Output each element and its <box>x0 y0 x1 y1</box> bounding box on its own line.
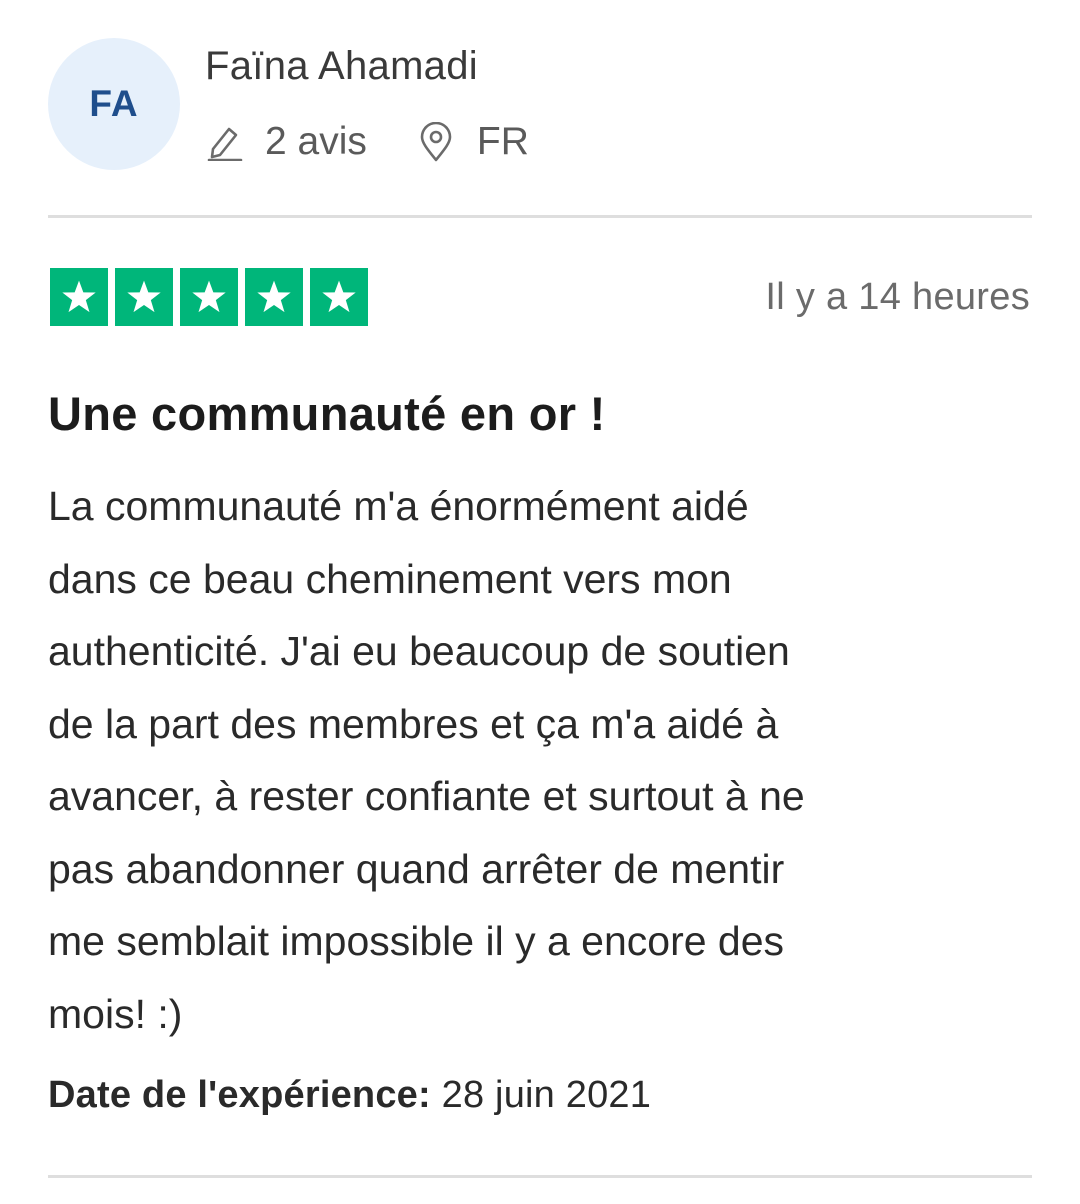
review-body-line: de la part des membres et ça m'a aidé à <box>48 700 779 747</box>
rating-row: Il y a 14 heures <box>50 268 1030 330</box>
country-item: FR <box>419 120 529 164</box>
review-body-line: authenticité. J'ai eu beaucoup de soutie… <box>48 628 790 674</box>
experience-label: Date de l'expérience: <box>48 1074 431 1116</box>
star-icon <box>50 268 108 326</box>
reviewer-header: FA Faïna Ahamadi 2 avis FR <box>48 36 1032 171</box>
star-rating <box>50 268 368 326</box>
header-divider <box>48 215 1032 218</box>
avatar-initials: FA <box>89 83 139 124</box>
reviewer-name[interactable]: Faïna Ahamadi <box>205 44 478 89</box>
review-title[interactable]: Une communauté en or ! <box>48 386 606 441</box>
review-date: Il y a 14 heures <box>765 276 1030 318</box>
star-icon <box>310 268 368 326</box>
location-pin-icon <box>419 122 453 162</box>
reviews-count: 2 avis <box>265 120 367 163</box>
footer-divider <box>48 1175 1032 1178</box>
reviews-count-item: 2 avis <box>205 120 367 164</box>
review-body-line: me semblait impossible il y a encore des <box>48 918 785 964</box>
star-icon <box>115 268 173 326</box>
experience-value: 28 juin 2021 <box>441 1074 652 1116</box>
review-body: La communauté m'a énormément aidé dans c… <box>48 470 1032 1050</box>
review-body-line: avancer, à rester confiante et surtout à… <box>48 773 805 819</box>
pencil-icon <box>205 123 243 161</box>
experience-date: Date de l'expérience: 28 juin 2021 <box>48 1074 651 1117</box>
star-icon <box>180 268 238 326</box>
review-body-line: mois! :) <box>48 990 183 1037</box>
review-body-line: pas abandonner quand arrêter de mentir <box>48 845 785 892</box>
star-icon <box>245 268 303 326</box>
avatar[interactable]: FA <box>48 38 180 170</box>
review-body-line: dans ce beau cheminement vers mon <box>48 555 732 602</box>
reviewer-meta: 2 avis FR <box>205 120 529 164</box>
review-body-line: La communauté m'a énormément aidé <box>48 483 749 529</box>
country-code: FR <box>476 120 529 163</box>
review-card: FA Faïna Ahamadi 2 avis FR Il y a 14 heu… <box>0 0 1080 1204</box>
